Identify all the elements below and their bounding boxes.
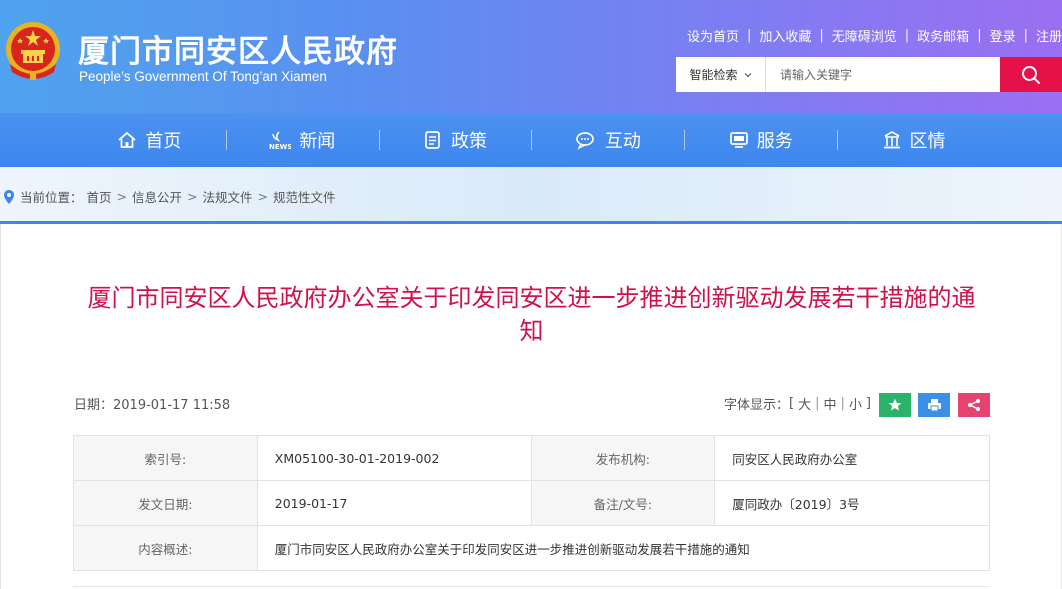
search-scope-dropdown[interactable]: 智能检索 — [676, 57, 766, 92]
chevron-down-icon — [744, 72, 751, 77]
register-link[interactable]: 注册 — [1036, 26, 1062, 45]
index-number-value: XM05100-30-01-2019-002 — [256, 435, 532, 481]
divider: | — [840, 396, 845, 411]
main-nav: 首页 NEWS 新闻 政策 互动 服务 区情 — [0, 113, 1062, 167]
share-button[interactable] — [958, 393, 990, 417]
table-row: 索引号: XM05100-30-01-2019-002 发布机构: 同安区人民政… — [73, 435, 990, 481]
site-subtitle: People’s Government Of Tong’an Xiamen — [79, 69, 327, 84]
breadcrumb-info-public[interactable]: 信息公开 — [132, 187, 182, 206]
breadcrumb-bar: 当前位置： 首页 > 信息公开 > 法规文件 > 规范性文件 — [0, 167, 1062, 222]
national-emblem-icon — [6, 22, 60, 80]
document-info-table: 索引号: XM05100-30-01-2019-002 发布机构: 同安区人民政… — [73, 435, 991, 571]
breadcrumb-normative-docs[interactable]: 规范性文件 — [273, 187, 336, 206]
font-size-label: 字体显示： — [724, 398, 790, 413]
index-number-label: 索引号: — [73, 435, 258, 481]
site-header: 厦门市同安区人民政府 People’s Government Of Tong’a… — [0, 0, 1062, 113]
divider — [73, 586, 990, 587]
font-size-small[interactable]: 小 — [849, 394, 862, 413]
document-number-value: 厦同政办〔2019〕3号 — [714, 480, 990, 526]
nav-label: 新闻 — [299, 131, 336, 152]
site-title: 厦门市同安区人民政府 — [78, 34, 398, 70]
nav-item-district[interactable]: 区情 — [837, 113, 990, 167]
date-label: 日期： — [74, 398, 114, 413]
issue-date-value: 2019-01-17 — [256, 480, 532, 526]
print-button[interactable] — [918, 393, 950, 417]
location-pin-icon — [4, 189, 14, 204]
home-icon — [118, 131, 136, 148]
font-size-medium[interactable]: 中 — [824, 394, 837, 413]
chat-icon — [576, 132, 594, 150]
summary-label: 内容概述: — [73, 525, 258, 571]
building-icon — [883, 131, 900, 149]
document-number-label: 备注/文号: — [530, 480, 716, 526]
breadcrumb-regulations[interactable]: 法规文件 — [203, 187, 253, 206]
search-input[interactable] — [766, 57, 1000, 92]
divider: | — [1023, 27, 1028, 43]
favorite-button[interactable] — [879, 393, 911, 417]
table-row: 内容概述: 厦门市同安区人民政府办公室关于印发同安区进一步推进创新驱动发展若干措… — [73, 525, 991, 571]
monitor-icon — [729, 132, 748, 148]
nav-label: 互动 — [604, 131, 641, 152]
issuing-agency-label: 发布机构: — [530, 435, 716, 481]
issuing-agency-value: 同安区人民政府办公室 — [714, 435, 990, 481]
summary-value: 厦门市同安区人民政府办公室关于印发同安区进一步推进创新驱动发展若干措施的通知 — [256, 525, 991, 571]
search-scope-label: 智能检索 — [689, 68, 738, 82]
article-title: 厦门市同安区人民政府办公室关于印发同安区进一步推进创新驱动发展若干措施的通知 — [87, 284, 976, 345]
divider: | — [977, 27, 982, 43]
star-icon — [888, 398, 902, 411]
breadcrumb-home[interactable]: 首页 — [87, 187, 112, 206]
issue-date-label: 发文日期: — [73, 480, 258, 526]
breadcrumb-separator: > — [257, 189, 269, 204]
nav-item-news[interactable]: NEWS 新闻 — [225, 113, 379, 167]
print-icon — [927, 399, 941, 412]
nav-item-interaction[interactable]: 互动 — [531, 113, 684, 167]
nav-item-policy[interactable]: 政策 — [378, 113, 532, 167]
divider: | — [746, 27, 752, 43]
breadcrumb-separator: > — [187, 189, 198, 204]
nav-item-home[interactable]: 首页 — [73, 113, 226, 167]
nav-label: 政策 — [451, 131, 488, 152]
date-value: 2019-01-17 11:58 — [113, 398, 231, 413]
nav-item-service[interactable]: 服务 — [684, 113, 837, 167]
nav-label: 首页 — [145, 131, 182, 152]
bracket-open: [ — [789, 396, 795, 411]
breadcrumb-prefix: 当前位置： — [20, 190, 83, 205]
search-bar: 智能检索 — [676, 57, 1062, 92]
publish-date: 日期：2019-01-17 11:58 — [74, 394, 230, 413]
font-size-large[interactable]: 大 — [798, 394, 811, 413]
breadcrumb-separator: > — [116, 189, 128, 204]
search-icon — [1022, 65, 1040, 84]
divider: | — [815, 396, 820, 411]
divider: | — [819, 27, 824, 43]
login-link[interactable]: 登录 — [990, 26, 1016, 45]
news-icon: NEWS — [269, 131, 291, 150]
top-links: 设为首页 | 加入收藏 | 无障碍浏览 | 政务邮箱 | 登录 | 注册 — [687, 26, 1062, 45]
add-favorite-link[interactable]: 加入收藏 — [759, 26, 811, 45]
search-button[interactable] — [1000, 57, 1062, 92]
set-homepage-link[interactable]: 设为首页 — [687, 26, 739, 45]
document-icon — [425, 131, 440, 149]
table-row: 发文日期: 2019-01-17 备注/文号: 厦同政办〔2019〕3号 — [73, 480, 990, 526]
divider: | — [904, 27, 910, 43]
font-size-switcher: 字体显示： [ 大 | 中 | 小 ] — [724, 394, 871, 413]
svg-text:NEWS: NEWS — [269, 143, 291, 150]
accessibility-link[interactable]: 无障碍浏览 — [832, 26, 897, 45]
gov-mail-link[interactable]: 政务邮箱 — [917, 26, 969, 45]
breadcrumb: 当前位置： 首页 > 信息公开 > 法规文件 > 规范性文件 — [4, 187, 336, 206]
nav-label: 区情 — [909, 131, 946, 152]
nav-label: 服务 — [756, 131, 793, 152]
share-icon — [968, 399, 980, 411]
bracket-close: ] — [865, 396, 871, 411]
